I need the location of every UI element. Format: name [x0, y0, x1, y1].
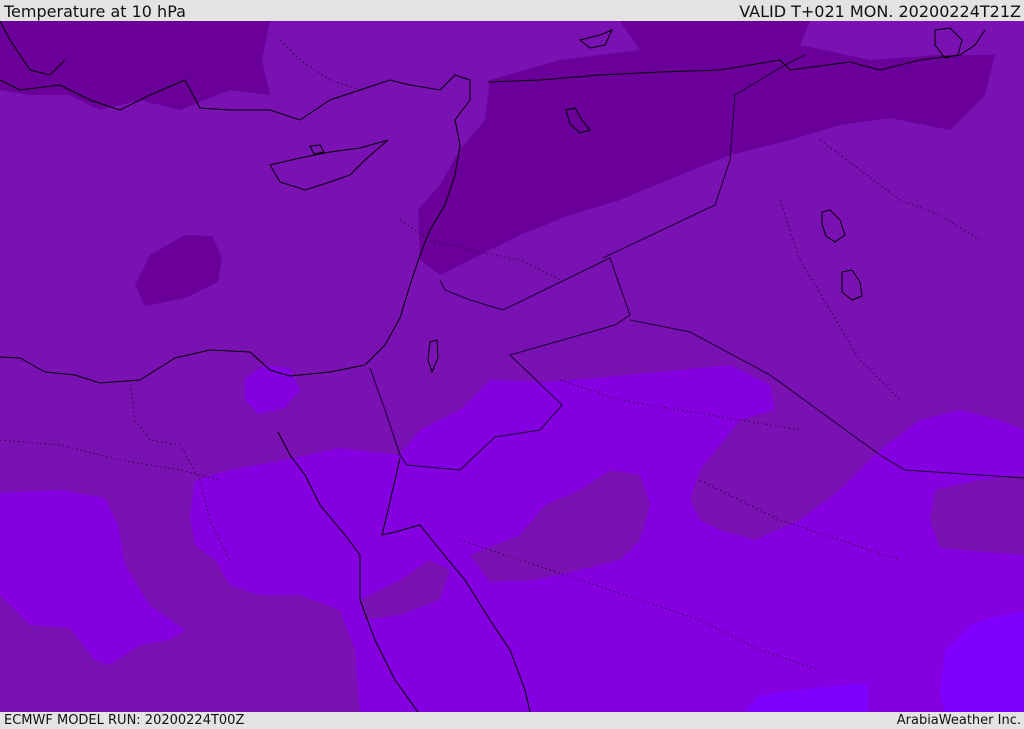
model-run-label: ECMWF MODEL RUN: 20200224T00Z: [4, 713, 245, 728]
credit-label: ArabiaWeather Inc.: [896, 713, 1021, 728]
temperature-map: [0, 21, 1024, 712]
valid-time: VALID T+021 MON. 20200224T21Z: [739, 2, 1021, 21]
map-title: Temperature at 10 hPa: [4, 2, 186, 21]
footer-bar: ECMWF MODEL RUN: 20200224T00Z ArabiaWeat…: [0, 712, 1024, 729]
header-bar: Temperature at 10 hPa VALID T+021 MON. 2…: [0, 0, 1024, 21]
